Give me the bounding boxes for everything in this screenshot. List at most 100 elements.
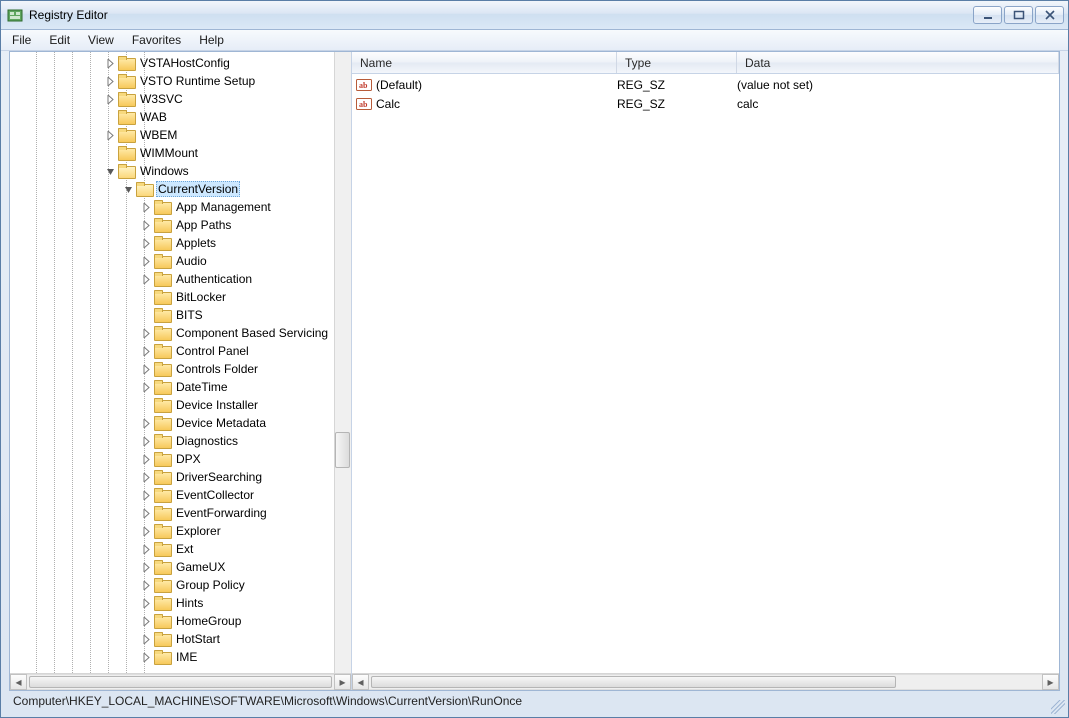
tree-item[interactable]: Component Based Servicing	[10, 324, 351, 342]
scroll-right-icon[interactable]: ▸	[1042, 674, 1059, 690]
tree-item[interactable]: EventCollector	[10, 486, 351, 504]
scroll-right-icon[interactable]: ▸	[334, 674, 351, 690]
expand-icon[interactable]	[140, 273, 152, 285]
tree-item-label: WBEM	[138, 127, 179, 143]
tree-item[interactable]: App Paths	[10, 216, 351, 234]
tree-item[interactable]: DPX	[10, 450, 351, 468]
col-name[interactable]: Name	[352, 52, 617, 73]
tree-hscroll-thumb[interactable]	[29, 676, 332, 688]
tree-item[interactable]: W3SVC	[10, 90, 351, 108]
tree-vscroll-thumb[interactable]	[335, 432, 350, 468]
string-value-icon: ab	[356, 77, 372, 93]
value-row[interactable]: abCalcREG_SZcalc	[352, 94, 1059, 113]
menu-favorites[interactable]: Favorites	[123, 30, 190, 50]
tree-vscroll[interactable]	[334, 52, 351, 673]
tree-item[interactable]: DriverSearching	[10, 468, 351, 486]
tree-item[interactable]: WBEM	[10, 126, 351, 144]
col-type[interactable]: Type	[617, 52, 737, 73]
tree-item[interactable]: Audio	[10, 252, 351, 270]
expand-icon[interactable]	[140, 615, 152, 627]
tree-item[interactable]: Windows	[10, 162, 351, 180]
tree-item[interactable]: GameUX	[10, 558, 351, 576]
expand-icon[interactable]	[140, 525, 152, 537]
tree-item[interactable]: Group Policy	[10, 576, 351, 594]
expand-icon[interactable]	[140, 201, 152, 213]
tree-item-label: EventCollector	[174, 487, 256, 503]
expand-icon[interactable]	[140, 255, 152, 267]
scroll-left-icon[interactable]: ◂	[352, 674, 369, 690]
expand-icon[interactable]	[140, 597, 152, 609]
tree-item[interactable]: VSTO Runtime Setup	[10, 72, 351, 90]
tree-item[interactable]: WIMMount	[10, 144, 351, 162]
tree-item[interactable]: App Management	[10, 198, 351, 216]
tree-item[interactable]: Control Panel	[10, 342, 351, 360]
minimize-button[interactable]	[973, 6, 1002, 24]
tree-item[interactable]: Applets	[10, 234, 351, 252]
tree-hscroll[interactable]: ◂ ▸	[10, 673, 351, 690]
tree-item-label: DateTime	[174, 379, 230, 395]
expand-icon[interactable]	[104, 93, 116, 105]
collapse-icon[interactable]	[104, 165, 116, 177]
tree-item[interactable]: Explorer	[10, 522, 351, 540]
tree-item-label: App Management	[174, 199, 273, 215]
expand-icon[interactable]	[140, 489, 152, 501]
tree-item-label: EventForwarding	[174, 505, 269, 521]
resize-grip[interactable]	[1051, 700, 1065, 714]
expand-icon[interactable]	[140, 471, 152, 483]
values-list[interactable]: ab(Default)REG_SZ(value not set)abCalcRE…	[352, 74, 1059, 673]
expand-icon[interactable]	[140, 561, 152, 573]
expand-icon[interactable]	[104, 75, 116, 87]
list-hscroll[interactable]: ◂ ▸	[352, 673, 1059, 690]
tree-item[interactable]: Hints	[10, 594, 351, 612]
tree-item-label: BitLocker	[174, 289, 228, 305]
expand-icon[interactable]	[140, 435, 152, 447]
expand-icon[interactable]	[140, 327, 152, 339]
tree-item[interactable]: HotStart	[10, 630, 351, 648]
tree-item[interactable]: DateTime	[10, 378, 351, 396]
tree-item[interactable]: Controls Folder	[10, 360, 351, 378]
tree-item[interactable]: HomeGroup	[10, 612, 351, 630]
expand-icon[interactable]	[140, 633, 152, 645]
expand-icon[interactable]	[140, 579, 152, 591]
menu-file[interactable]: File	[3, 30, 40, 50]
expand-icon[interactable]	[140, 417, 152, 429]
expand-icon[interactable]	[140, 453, 152, 465]
scroll-left-icon[interactable]: ◂	[10, 674, 27, 690]
expand-icon[interactable]	[140, 381, 152, 393]
expand-icon[interactable]	[140, 219, 152, 231]
tree-item[interactable]: BITS	[10, 306, 351, 324]
value-row[interactable]: ab(Default)REG_SZ(value not set)	[352, 75, 1059, 94]
tree-item[interactable]: VSTAHostConfig	[10, 54, 351, 72]
tree-item[interactable]: WAB	[10, 108, 351, 126]
expand-icon[interactable]	[140, 363, 152, 375]
folder-icon	[154, 632, 170, 646]
folder-icon	[118, 74, 134, 88]
menu-edit[interactable]: Edit	[40, 30, 79, 50]
titlebar[interactable]: Registry Editor	[1, 1, 1068, 30]
tree-item[interactable]: Authentication	[10, 270, 351, 288]
registry-tree[interactable]: VSTAHostConfigVSTO Runtime SetupW3SVCWAB…	[10, 52, 351, 673]
tree-item[interactable]: Device Installer	[10, 396, 351, 414]
expand-icon[interactable]	[140, 237, 152, 249]
tree-item[interactable]: Device Metadata	[10, 414, 351, 432]
collapse-icon[interactable]	[122, 183, 134, 195]
tree-item[interactable]: Diagnostics	[10, 432, 351, 450]
menu-help[interactable]: Help	[190, 30, 233, 50]
tree-item[interactable]: BitLocker	[10, 288, 351, 306]
expand-icon[interactable]	[140, 651, 152, 663]
folder-icon	[118, 110, 134, 124]
tree-item[interactable]: CurrentVersion	[10, 180, 351, 198]
maximize-button[interactable]	[1004, 6, 1033, 24]
expand-icon[interactable]	[104, 129, 116, 141]
expand-icon[interactable]	[140, 543, 152, 555]
tree-item[interactable]: IME	[10, 648, 351, 666]
col-data[interactable]: Data	[737, 52, 1059, 73]
menu-view[interactable]: View	[79, 30, 123, 50]
expand-icon[interactable]	[140, 345, 152, 357]
tree-item[interactable]: Ext	[10, 540, 351, 558]
expand-icon[interactable]	[140, 507, 152, 519]
close-button[interactable]	[1035, 6, 1064, 24]
tree-item[interactable]: EventForwarding	[10, 504, 351, 522]
list-hscroll-thumb[interactable]	[371, 676, 896, 688]
expand-icon[interactable]	[104, 57, 116, 69]
